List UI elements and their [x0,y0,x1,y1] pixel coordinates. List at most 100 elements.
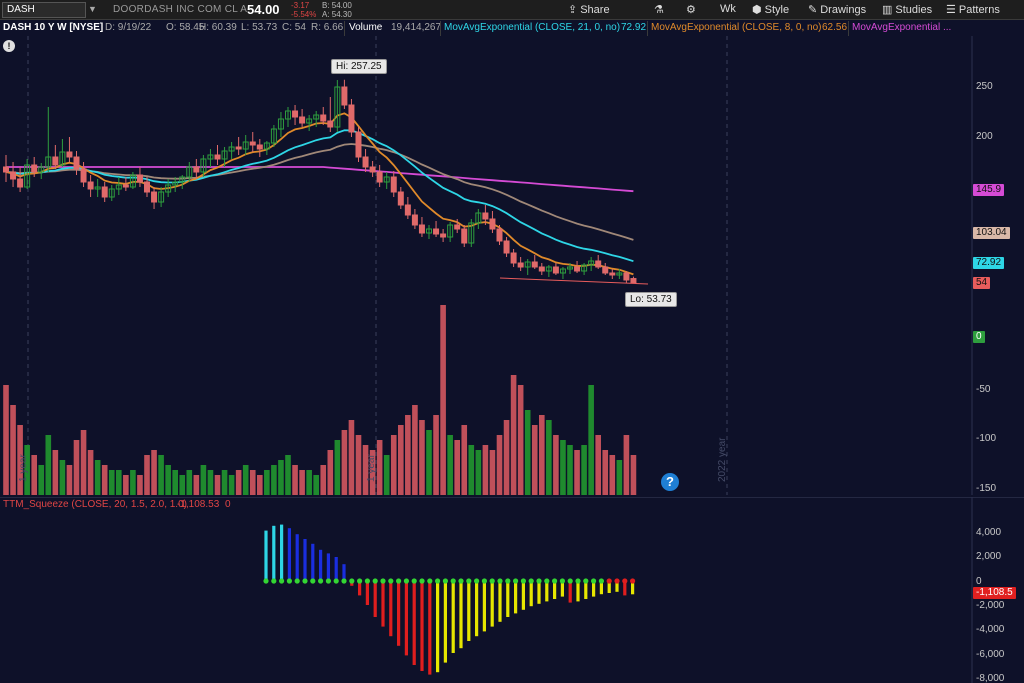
osc-tick: 2,000 [976,551,1002,562]
volume-label[interactable]: Volume [349,22,382,33]
osc-title[interactable]: TTM_Squeeze (CLOSE, 20, 1.5, 2.0, 1.0) [3,499,187,510]
share-button[interactable]: ⇪ Share [568,3,610,16]
volume-bar [405,415,411,495]
squeeze-bar [264,530,268,581]
osc-tick: 0 [976,576,982,587]
squeeze-dot [559,578,566,584]
volume-bar [249,470,256,495]
ema-long2-tag: 103.04 [973,227,1010,239]
osc-state: 0 [225,499,231,510]
candle-body [510,252,517,264]
volume-bar [398,425,404,495]
volume-bar [228,475,235,495]
candle-body [341,86,348,106]
ema8-label[interactable]: MovAvgExponential (CLOSE, 8, 0, no) [651,22,821,33]
squeeze-bar [319,549,323,581]
squeeze-bar [490,581,494,627]
volume-bar [186,470,193,495]
ema3-label[interactable]: MovAvgExponential ... [852,22,951,33]
squeeze-dot [279,578,285,584]
candle-body [531,261,538,268]
drawings-button[interactable]: ✎ Drawings [808,3,866,16]
volume-bar [116,470,122,495]
squeeze-bar [436,581,440,673]
squeeze-dot [591,578,597,584]
squeeze-bar [443,581,447,663]
volume-bar [447,435,453,495]
volume-bar [66,465,73,495]
volume-bar [531,425,538,495]
squeeze-dot [388,578,394,584]
volume-bar [355,435,362,495]
symbol-input[interactable]: DASH [2,2,86,18]
info-icon[interactable]: ! [3,40,15,52]
squeeze-dot [442,578,448,584]
candle-body [517,262,524,268]
volume-bar [137,475,143,495]
aggregation-button[interactable]: Wk [720,3,736,15]
volume-bar [264,470,270,495]
volume-bar [517,385,524,495]
squeeze-bar [412,581,416,665]
candle-body [52,156,59,166]
volume-bar [376,440,383,495]
price-tick: -100 [976,433,997,444]
volume-bar [546,420,552,495]
volume-bar [214,475,221,495]
chevron-down-icon[interactable]: ▼ [88,4,97,14]
candle-body [362,156,369,168]
squeeze-bar [506,581,510,617]
chart-title[interactable]: DASH 10 Y W [NYSE] [3,22,103,33]
squeeze-dot [411,578,417,584]
squeeze-dot [598,578,605,584]
volume-bar [242,465,249,495]
squeeze-dot [403,578,409,584]
candle-body [538,266,545,272]
net-change-value: -3.17 [291,1,310,10]
candle-body [66,151,73,158]
osc-tick: -2,000 [976,600,1005,611]
ask-value: A: 54.30 [322,10,352,19]
squeeze-dot [622,578,628,584]
squeeze-bar [553,581,557,599]
legend-low: L: 53.73 [241,22,278,33]
style-button[interactable]: ⬢ Style [752,3,789,16]
help-icon[interactable]: ? [661,473,679,491]
volume-bar [496,435,503,495]
bid-value: B: 54.00 [322,1,352,10]
ema21-label[interactable]: MovAvgExponential (CLOSE, 21, 0, no) [444,22,620,33]
patterns-button[interactable]: ☰ Patterns [946,3,1000,16]
squeeze-bar [537,581,541,604]
ema8-value: 62.56 [822,22,848,33]
ttm-squeeze-chart[interactable] [0,497,1024,683]
squeeze-bar [272,525,276,581]
squeeze-dot [380,578,386,584]
squeeze-bar [482,581,486,632]
price-chart[interactable] [0,36,1024,495]
volume-bar [524,410,531,495]
squeeze-dot [567,578,573,584]
candle-body [461,228,468,244]
volume-bar [179,475,186,495]
candle-body [193,166,200,173]
volume-bar [130,470,136,495]
volume-bar [207,470,214,495]
squeeze-dot [271,578,277,584]
candle-body [235,146,242,150]
settings-button[interactable]: ⚙ [686,3,699,16]
legend-range: R: 6.66 [311,22,344,33]
candle-body [3,166,9,173]
squeeze-bar [451,581,455,653]
squeeze-bar [295,534,299,581]
flask-button[interactable]: ⚗ [654,3,667,16]
candle-body [623,272,630,281]
candle-body [489,218,496,230]
volume-bar [482,445,489,495]
osc-tick: -8,000 [976,673,1005,683]
company-name: DOORDASH INC COM CL A [113,4,248,15]
studies-button[interactable]: ▥ Studies [882,3,932,16]
ema21-value: 72.92 [621,22,647,33]
volume-bar [123,475,129,495]
candle-body [574,266,581,272]
volume-bar [221,470,228,495]
